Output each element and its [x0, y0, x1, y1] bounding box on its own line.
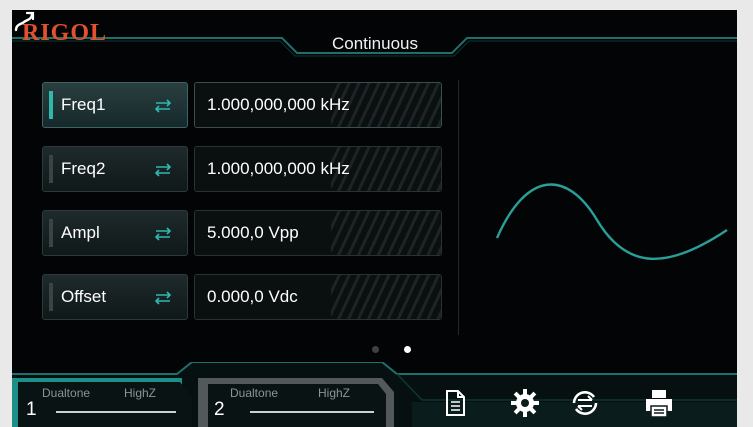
channel-2-number[interactable]: 2	[214, 399, 225, 421]
param-row-offset: Offset 0.000,0 Vdc	[42, 274, 442, 320]
freq2-value-field[interactable]: 1.000,000,000 kHz	[194, 146, 442, 192]
channel-1-mode: Dualtone	[42, 386, 91, 400]
param-row-ampl: Ampl 5.000,0 Vpp	[42, 210, 442, 256]
channel-1-load: HighZ	[124, 386, 157, 400]
param-value: 0.000,0 Vdc	[207, 287, 298, 306]
swap-icon	[154, 163, 172, 177]
param-label: Freq2	[61, 159, 106, 178]
channel-1-output-line	[56, 411, 176, 413]
freq2-button[interactable]: Freq2	[42, 146, 188, 192]
offset-value-field[interactable]: 0.000,0 Vdc	[194, 274, 442, 320]
ampl-value-field[interactable]: 5.000,0 Vpp	[194, 210, 442, 256]
waveform-preview	[495, 183, 728, 260]
param-row-freq2: Freq2 1.000,000,000 kHz	[42, 146, 442, 192]
param-label: Freq1	[61, 95, 106, 114]
page-dot-1[interactable]	[372, 346, 379, 353]
bottom-bar: 1 Dualtone HighZ 2 Dualtone HighZ	[12, 362, 737, 427]
param-value: 1.000,000,000 kHz	[207, 95, 350, 114]
bottom-bar-frame	[12, 362, 737, 427]
top-bar: RIGOL Continuous	[12, 10, 737, 70]
param-row-freq1: Freq1 1.000,000,000 kHz	[42, 82, 442, 128]
swap-icon	[154, 227, 172, 241]
offset-button[interactable]: Offset	[42, 274, 188, 320]
freq1-button[interactable]: Freq1	[42, 82, 188, 128]
gear-icon[interactable]	[508, 386, 542, 420]
generator-screen: RIGOL Continuous Freq1 1.000,000,000 kHz…	[12, 10, 737, 427]
network-link-icon[interactable]	[12, 10, 36, 34]
selection-bar	[49, 155, 53, 183]
document-icon[interactable]	[438, 386, 472, 420]
swap-icon	[154, 99, 172, 113]
page-dot-2[interactable]	[404, 346, 411, 353]
selection-bar	[49, 283, 53, 311]
mode-label: Continuous	[332, 34, 419, 53]
selection-bar	[49, 219, 53, 247]
channel-2-output-line	[250, 411, 374, 413]
param-label: Ampl	[61, 223, 100, 242]
selection-bar	[49, 91, 53, 119]
sync-icon[interactable]	[568, 386, 602, 420]
ampl-button[interactable]: Ampl	[42, 210, 188, 256]
print-icon[interactable]	[642, 386, 676, 420]
panel-divider	[458, 80, 459, 335]
param-value: 5.000,0 Vpp	[207, 223, 299, 242]
freq1-value-field[interactable]: 1.000,000,000 kHz	[194, 82, 442, 128]
param-label: Offset	[61, 287, 107, 306]
param-value: 1.000,000,000 kHz	[207, 159, 350, 178]
swap-icon	[154, 291, 172, 305]
channel-2-mode: Dualtone	[230, 386, 279, 400]
channel-2-load: HighZ	[318, 386, 351, 400]
channel-1-number[interactable]: 1	[26, 399, 37, 421]
